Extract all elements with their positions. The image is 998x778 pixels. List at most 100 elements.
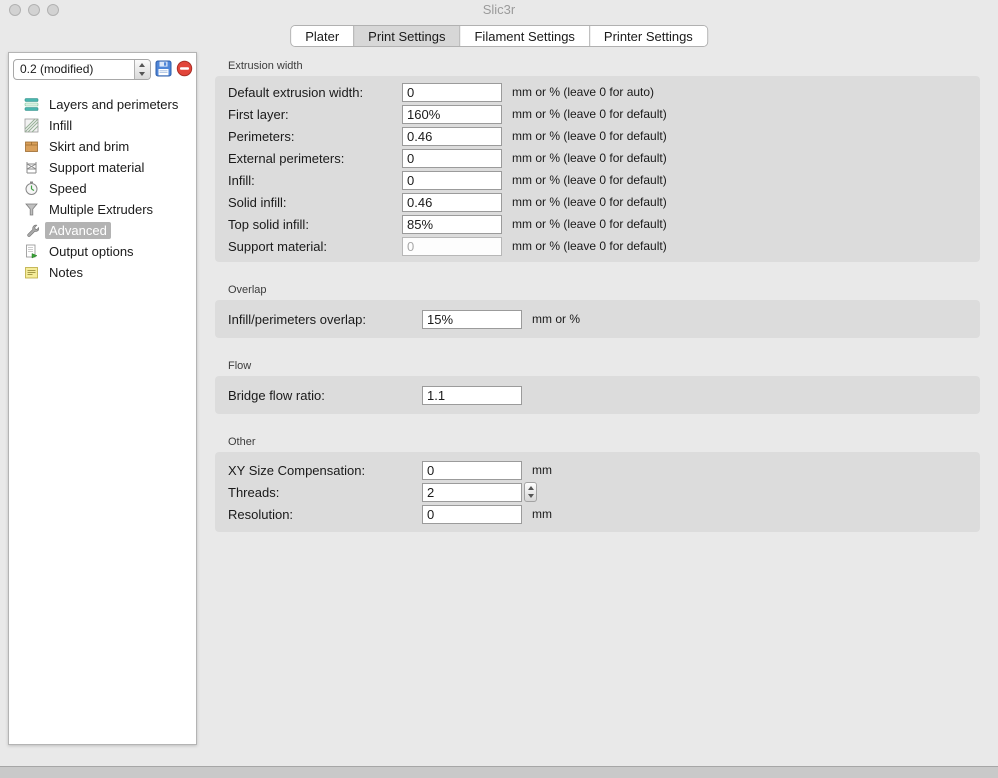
infill-perimeters-overlap-input[interactable]: [422, 310, 522, 329]
default-extrusion-width-input[interactable]: [402, 83, 502, 102]
window-bottom-edge: [0, 766, 998, 778]
sidebar-item-multiple-extruders[interactable]: Multiple Extruders: [9, 199, 196, 220]
field-suffix: mm or % (leave 0 for default): [512, 107, 667, 121]
field-label: Infill/perimeters overlap:: [228, 312, 422, 327]
field-suffix: mm or % (leave 0 for default): [512, 151, 667, 165]
tab-plater[interactable]: Plater: [291, 26, 353, 46]
threads-stepper[interactable]: [524, 482, 537, 502]
field-label: Default extrusion width:: [228, 85, 402, 100]
preset-select-value: 0.2 (modified): [14, 60, 134, 79]
top-solid-infill-input[interactable]: [402, 215, 502, 234]
output-icon: [24, 244, 39, 259]
field-suffix: mm or % (leave 0 for default): [512, 129, 667, 143]
section-title: Flow: [228, 360, 980, 372]
field-suffix: mm: [532, 463, 552, 477]
sidebar-item-layers-and-perimeters[interactable]: Layers and perimeters: [9, 94, 196, 115]
window-title: Slic3r: [0, 0, 998, 20]
section-overlap: Overlap Infill/perimeters overlap: mm or…: [215, 284, 980, 338]
resolution-row: Resolution: mm: [215, 503, 980, 525]
first-layer-row: First layer: mm or % (leave 0 for defaul…: [215, 103, 980, 125]
sidebar-item-label: Support material: [45, 159, 148, 176]
sidebar-item-speed[interactable]: Speed: [9, 178, 196, 199]
layers-icon: [24, 97, 39, 112]
sidebar-item-label: Infill: [45, 117, 76, 134]
bridge-flow-ratio-row: Bridge flow ratio:: [215, 384, 980, 406]
tab-filament-settings[interactable]: Filament Settings: [459, 26, 588, 46]
group-box: Default extrusion width: mm or % (leave …: [215, 76, 980, 262]
preset-row: 0.2 (modified): [9, 53, 196, 88]
section-extrusion-width: Extrusion width Default extrusion width:…: [215, 60, 980, 262]
section-other: Other XY Size Compensation: mm Threads: …: [215, 436, 980, 532]
skirt-icon: [24, 139, 39, 154]
field-label: First layer:: [228, 107, 402, 122]
infill-row: Infill: mm or % (leave 0 for default): [215, 169, 980, 191]
field-suffix: mm or % (leave 0 for default): [512, 195, 667, 209]
close-window-button[interactable]: [9, 4, 21, 16]
settings-panel: Extrusion width Default extrusion width:…: [215, 52, 980, 554]
notes-icon: [24, 265, 39, 280]
support-icon: [24, 160, 39, 175]
external-perimeters-row: External perimeters: mm or % (leave 0 fo…: [215, 147, 980, 169]
threads-row: Threads:: [215, 481, 980, 503]
perimeters-input[interactable]: [402, 127, 502, 146]
threads-input[interactable]: [422, 483, 522, 502]
xy-size-compensation-input[interactable]: [422, 461, 522, 480]
sidebar-item-output-options[interactable]: Output options: [9, 241, 196, 262]
sidebar-item-infill[interactable]: Infill: [9, 115, 196, 136]
settings-tree: Layers and perimeters Infill Skirt and b…: [9, 88, 196, 283]
infill-icon: [24, 118, 39, 133]
field-label: Threads:: [228, 485, 422, 500]
group-box: XY Size Compensation: mm Threads: Resolu…: [215, 452, 980, 532]
sidebar-item-label: Skirt and brim: [45, 138, 133, 155]
speed-icon: [24, 181, 39, 196]
field-suffix: mm or % (leave 0 for default): [512, 217, 667, 231]
sidebar-item-skirt-and-brim[interactable]: Skirt and brim: [9, 136, 196, 157]
resolution-input[interactable]: [422, 505, 522, 524]
bridge-flow-ratio-input[interactable]: [422, 386, 522, 405]
group-box: Bridge flow ratio:: [215, 376, 980, 414]
default-extrusion-width-row: Default extrusion width: mm or % (leave …: [215, 81, 980, 103]
field-label: External perimeters:: [228, 151, 402, 166]
field-suffix: mm or % (leave 0 for default): [512, 239, 667, 253]
field-suffix: mm or % (leave 0 for auto): [512, 85, 654, 99]
field-label: Top solid infill:: [228, 217, 402, 232]
titlebar: Slic3r: [0, 0, 998, 20]
field-label: XY Size Compensation:: [228, 463, 422, 478]
save-preset-button[interactable]: [155, 61, 172, 79]
tab-printer-settings[interactable]: Printer Settings: [589, 26, 707, 46]
field-label: Resolution:: [228, 507, 422, 522]
sidebar-item-label: Advanced: [45, 222, 111, 239]
settings-sidebar: 0.2 (modified): [8, 52, 197, 745]
zoom-window-button[interactable]: [47, 4, 59, 16]
delete-preset-button[interactable]: [176, 61, 193, 79]
sidebar-item-advanced[interactable]: Advanced: [9, 220, 196, 241]
field-label: Solid infill:: [228, 195, 402, 210]
minimize-window-button[interactable]: [28, 4, 40, 16]
field-suffix: mm or %: [532, 312, 580, 326]
delete-icon: [176, 60, 193, 80]
field-suffix: mm: [532, 507, 552, 521]
tab-print-settings[interactable]: Print Settings: [353, 26, 459, 46]
chevron-up-icon: [135, 60, 150, 70]
first-layer-input[interactable]: [402, 105, 502, 124]
field-label: Bridge flow ratio:: [228, 388, 422, 403]
group-box: Infill/perimeters overlap: mm or %: [215, 300, 980, 338]
infill-perimeters-overlap-row: Infill/perimeters overlap: mm or %: [215, 308, 980, 330]
chevron-down-icon: [525, 492, 536, 501]
sidebar-item-support-material[interactable]: Support material: [9, 157, 196, 178]
top-solid-infill-row: Top solid infill: mm or % (leave 0 for d…: [215, 213, 980, 235]
solid-infill-input[interactable]: [402, 193, 502, 212]
preset-select-stepper[interactable]: [134, 60, 150, 79]
section-title: Extrusion width: [228, 60, 980, 72]
external-perimeters-input[interactable]: [402, 149, 502, 168]
infill-input[interactable]: [402, 171, 502, 190]
preset-select[interactable]: 0.2 (modified): [13, 59, 151, 80]
perimeters-row: Perimeters: mm or % (leave 0 for default…: [215, 125, 980, 147]
section-flow: Flow Bridge flow ratio:: [215, 360, 980, 414]
sidebar-item-label: Speed: [45, 180, 91, 197]
sidebar-item-label: Output options: [45, 243, 138, 260]
section-title: Overlap: [228, 284, 980, 296]
field-label: Support material:: [228, 239, 402, 254]
sidebar-item-notes[interactable]: Notes: [9, 262, 196, 283]
wrench-icon: [24, 223, 39, 238]
